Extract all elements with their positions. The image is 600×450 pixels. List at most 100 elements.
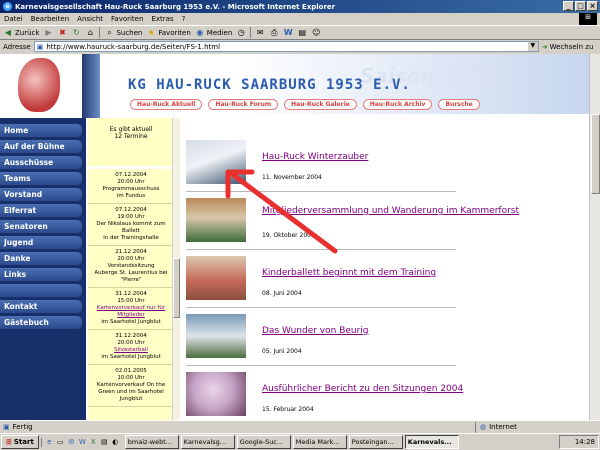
nav-bursche[interactable]: Bursche bbox=[438, 99, 480, 110]
nav-forum[interactable]: Hau-Ruck Forum bbox=[208, 99, 279, 110]
close-button[interactable]: × bbox=[587, 1, 598, 11]
word-quicklaunch-icon[interactable]: W bbox=[78, 438, 87, 447]
news-thumbnail[interactable] bbox=[186, 256, 246, 300]
sidebar-item-blank[interactable] bbox=[0, 284, 82, 297]
status-bar: ▣ Fertig ◍ Internet bbox=[0, 420, 600, 433]
sidebar-item-teams[interactable]: Teams bbox=[0, 172, 82, 185]
news-item: Das Wunder von Beurig 05. Juni 2004 bbox=[186, 308, 456, 366]
taskbar-item[interactable]: Posteingan... bbox=[348, 435, 403, 449]
desktop-icon[interactable]: ▭ bbox=[56, 438, 65, 447]
event-place: in der Trainingshalle bbox=[103, 235, 159, 241]
media-button[interactable]: ◉ Medien bbox=[195, 28, 232, 38]
event-text: Kartenvorverkauf On the Green und im Saa… bbox=[96, 382, 166, 402]
go-button[interactable]: ➔ Wechseln zu bbox=[542, 43, 594, 51]
messenger-icon[interactable]: ☺ bbox=[311, 28, 321, 38]
news-title-link[interactable]: Ausführlicher Bericht zu den Sitzungen 2… bbox=[262, 384, 463, 394]
app-icon[interactable]: ◐ bbox=[111, 438, 120, 447]
event-item: 31.12.2004 15:00 Uhr Kartenvorverkauf nu… bbox=[88, 288, 174, 330]
sidebar-item-links[interactable]: Links bbox=[0, 268, 82, 281]
event-date: 02.01.2005 bbox=[115, 368, 147, 374]
taskbar-item[interactable]: Google-Suc... bbox=[236, 435, 291, 449]
menu-ansicht[interactable]: Ansicht bbox=[77, 15, 103, 23]
history-icon[interactable]: ◷ bbox=[236, 28, 246, 38]
events-scroll-thumb[interactable] bbox=[173, 258, 180, 318]
sidebar-item-jugend[interactable]: Jugend bbox=[0, 236, 82, 249]
news-title-link[interactable]: Hau-Ruck Winterzauber bbox=[262, 152, 368, 162]
excel-icon[interactable]: X bbox=[89, 438, 98, 447]
ie-icon: e bbox=[3, 2, 12, 11]
search-label: Suchen bbox=[116, 28, 143, 37]
news-date: 05. Juni 2004 bbox=[262, 348, 302, 355]
refresh-icon[interactable]: ↻ bbox=[71, 28, 81, 38]
news-thumbnail[interactable] bbox=[186, 140, 246, 184]
outlook-icon[interactable]: ✉ bbox=[67, 438, 76, 447]
minimize-button[interactable]: _ bbox=[563, 1, 574, 11]
start-button[interactable]: ⊞ Start bbox=[1, 435, 39, 449]
menu-extras[interactable]: Extras bbox=[151, 15, 173, 23]
event-place: Auberge St. Laurentius bei "Pierre" bbox=[94, 270, 168, 283]
forward-arrow-icon[interactable]: ▶ bbox=[43, 28, 53, 38]
sidebar-item-gaestebuch[interactable]: Gästebuch bbox=[0, 316, 82, 329]
site-header: Saison 2005 KG HAU-RUCK SAARBURG 1953 E.… bbox=[0, 54, 589, 118]
favorites-label: Favoriten bbox=[158, 28, 191, 37]
page-scrollbar[interactable] bbox=[589, 54, 600, 420]
event-link[interactable]: Silvesterball bbox=[89, 347, 173, 354]
taskbar-item[interactable]: bmaiz-webt... bbox=[124, 435, 179, 449]
back-button[interactable]: ◀ Zurück bbox=[3, 28, 40, 38]
home-icon[interactable]: ⌂ bbox=[85, 28, 95, 38]
menu-datei[interactable]: Datei bbox=[4, 15, 23, 23]
taskbar-item-active[interactable]: Karnevals... bbox=[404, 435, 459, 449]
menu-bar: Datei Bearbeiten Ansicht Favoriten Extra… bbox=[0, 13, 600, 25]
taskbar-item[interactable]: Karnevalsg... bbox=[180, 435, 235, 449]
news-title-link[interactable]: Mitgliederversammlung und Wanderung im K… bbox=[262, 206, 519, 216]
news-title-link[interactable]: Das Wunder von Beurig bbox=[262, 326, 369, 336]
print-icon[interactable]: ⎙ bbox=[269, 28, 279, 38]
go-arrow-icon: ➔ bbox=[541, 42, 548, 51]
news-thumbnail[interactable] bbox=[186, 198, 246, 242]
events-scrollbar[interactable] bbox=[172, 118, 180, 420]
news-thumbnail[interactable] bbox=[186, 314, 246, 358]
news-item: Kinderballett beginnt mit dem Training 0… bbox=[186, 250, 456, 308]
menu-help[interactable]: ? bbox=[182, 15, 186, 23]
news-title-link[interactable]: Kinderballett beginnt mit dem Training bbox=[262, 268, 436, 278]
menu-favoriten[interactable]: Favoriten bbox=[111, 15, 143, 23]
search-button[interactable]: ⌕ Suchen bbox=[104, 28, 142, 38]
mail-icon[interactable]: ✉ bbox=[255, 28, 265, 38]
sidebar-item-senatoren[interactable]: Senatoren bbox=[0, 220, 82, 233]
quick-launch: e ▭ ✉ W X ▤ ◐ bbox=[40, 437, 123, 447]
sidebar-item-buehne[interactable]: Auf der Bühne bbox=[0, 140, 82, 153]
nav-galerie[interactable]: Hau-Ruck Galerie bbox=[284, 99, 357, 110]
event-item: 31.12.2004 20:00 Uhr Silvesterball im Sa… bbox=[88, 330, 174, 365]
sidebar-item-elferrat[interactable]: Elferrat bbox=[0, 204, 82, 217]
word-icon[interactable]: W bbox=[283, 28, 293, 38]
sidebar-item-kontakt[interactable]: Kontakt bbox=[0, 300, 82, 313]
event-item: 21.12.2004 20:00 Uhr Vorstandssitzung Au… bbox=[88, 246, 174, 288]
news-date: 11. November 2004 bbox=[262, 174, 322, 181]
nav-aktuell[interactable]: Hau-Ruck Aktuell bbox=[130, 99, 203, 110]
news-thumbnail[interactable] bbox=[186, 372, 246, 416]
event-place: im Saarhotel Jungblut bbox=[101, 354, 161, 360]
sidebar-item-ausschuesse[interactable]: Ausschüsse bbox=[0, 156, 82, 169]
taskbar-item[interactable]: Media Mark... bbox=[292, 435, 347, 449]
windows-flag-icon: ⊞ bbox=[6, 438, 12, 446]
window-titlebar: e Karnevalsgesellschaft Hau-Ruck Saarbur… bbox=[0, 0, 600, 13]
app-icon[interactable]: ▤ bbox=[100, 438, 109, 447]
event-link[interactable]: Kartenvorverkauf nur für Mitglieder bbox=[89, 305, 173, 319]
address-dropdown-icon[interactable]: ▼ bbox=[527, 42, 538, 51]
page-viewport: Saison 2005 KG HAU-RUCK SAARBURG 1953 E.… bbox=[0, 54, 600, 420]
favorites-button[interactable]: ★ Favoriten bbox=[146, 28, 191, 38]
ie-quicklaunch-icon[interactable]: e bbox=[45, 438, 54, 447]
event-date: 07.12.2004 bbox=[115, 172, 147, 178]
news-item: Hau-Ruck Winterzauber 11. November 2004 bbox=[186, 134, 456, 192]
page-scroll-thumb[interactable] bbox=[591, 114, 600, 194]
menu-bearbeiten[interactable]: Bearbeiten bbox=[31, 15, 69, 23]
sidebar-item-danke[interactable]: Danke bbox=[0, 252, 82, 265]
nav-archiv[interactable]: Hau-Ruck Archiv bbox=[362, 99, 433, 110]
edit-icon[interactable]: ▤ bbox=[297, 28, 307, 38]
stop-icon[interactable]: ✖ bbox=[57, 28, 67, 38]
taskbar: ⊞ Start e ▭ ✉ W X ▤ ◐ bmaiz-webt... Karn… bbox=[0, 433, 600, 450]
sidebar-item-vorstand[interactable]: Vorstand bbox=[0, 188, 82, 201]
address-input[interactable]: ▣ http://www.hauruck-saarburg.de/Seiten/… bbox=[33, 41, 539, 52]
maximize-button[interactable]: □ bbox=[575, 1, 586, 11]
sidebar-item-home[interactable]: Home bbox=[0, 124, 82, 137]
